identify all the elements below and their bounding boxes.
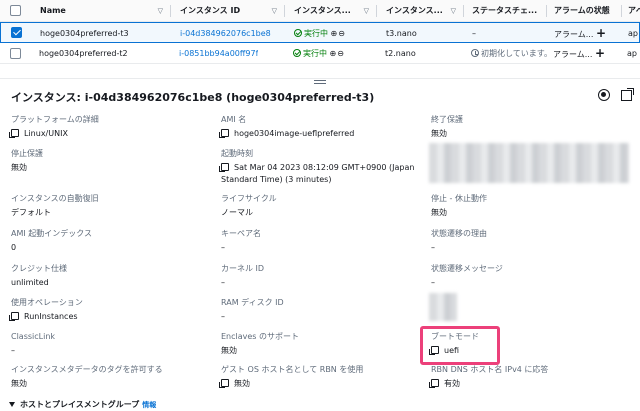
field-stop-protection: 停止保護 無効	[11, 149, 43, 172]
instances-table: Name ▽ インスタンス ID ▽ インスタンス... ▽ インスタンス... ▽ ス…	[0, 0, 640, 64]
zoom-icons[interactable]: ⊕⊖	[331, 29, 346, 38]
row-status-check: 初期化しています。	[471, 43, 552, 64]
field-classiclink: ClassicLink –	[11, 332, 56, 355]
section-host-placement[interactable]: ホストとプレイスメントグループ 情報	[9, 399, 156, 410]
field-launch-time: 起動時刻 Sat Mar 04 2023 08:12:09 GMT+0900 (…	[219, 149, 415, 184]
field-stop-hibernate: 停止 - 休止動作 無効	[431, 194, 487, 217]
row-checkbox[interactable]	[11, 27, 22, 38]
check-circle-icon	[293, 49, 301, 57]
sort-icon[interactable]: ▽	[158, 0, 163, 22]
row-state: 実行中 ⊕⊖	[294, 23, 346, 44]
copy-icon[interactable]	[219, 163, 229, 172]
row-status-check: –	[472, 29, 476, 38]
field-auto-recovery: インスタンスの自動復旧 デフォルト	[11, 194, 99, 217]
col-status-check[interactable]: ステータスチェ...	[472, 0, 544, 22]
sort-icon[interactable]: ▽	[364, 0, 369, 22]
field-state-reason: 状態遷移の理由 –	[431, 229, 487, 252]
field-guest-os: ゲスト OS ホスト名として RBN を使用 無効	[219, 365, 364, 388]
check-circle-icon	[294, 29, 302, 37]
drag-handle-icon[interactable]	[314, 80, 326, 86]
add-alarm-icon[interactable]: +	[595, 46, 605, 60]
row-checkbox[interactable]	[10, 48, 21, 59]
row-name: hoge0304preferred-t3	[40, 29, 129, 38]
zoom-icons[interactable]: ⊕⊖	[330, 49, 345, 58]
row-alarm: アラーム... +	[554, 26, 606, 40]
field-rbn-dns: RBN DNS ホスト名 IPv4 に応答 有効	[429, 365, 549, 388]
field-usage-operation: 使用オペレーション RunInstances	[9, 298, 83, 321]
external-link-icon[interactable]	[621, 88, 634, 101]
field-termination: 終了保護 無効	[431, 115, 463, 138]
row-az: ap	[628, 29, 638, 38]
select-all-checkbox[interactable]	[10, 5, 21, 16]
add-alarm-icon[interactable]: +	[596, 26, 606, 40]
row-az: ap	[627, 49, 637, 58]
highlight-box	[420, 326, 500, 365]
col-instance-id[interactable]: インスタンス ID ▽	[180, 0, 282, 22]
field-kernel-id: カーネル ID –	[221, 264, 265, 287]
redacted-area	[429, 293, 457, 321]
sort-icon[interactable]: ▽	[272, 0, 277, 22]
row-type: t2.nano	[385, 49, 416, 58]
field-key-pair: キーペア名 –	[221, 229, 261, 252]
copy-icon[interactable]	[429, 379, 439, 388]
field-state-message: 状態遷移メッセージ –	[431, 264, 503, 287]
copy-icon[interactable]	[9, 129, 19, 138]
row-instance-id-link[interactable]: i-04d384962076c1be8	[180, 23, 271, 44]
field-platform: プラットフォームの詳細 Linux/UNIX	[9, 115, 99, 138]
table-header: Name ▽ インスタンス ID ▽ インスタンス... ▽ インスタンス... ▽ ス…	[0, 0, 640, 22]
redacted-area	[429, 143, 629, 183]
field-ami-name: AMI 名 hoge0304image-ueflpreferred	[219, 115, 355, 138]
table-row[interactable]: hoge0304preferred-t3 i-04d384962076c1be8…	[0, 22, 640, 43]
caret-down-icon	[9, 402, 15, 407]
copy-icon[interactable]	[219, 379, 229, 388]
col-name[interactable]: Name ▽	[40, 0, 168, 22]
table-row[interactable]: hoge0304preferred-t2 i-0851bb94a00ff97f …	[0, 43, 640, 64]
field-metadata-tags: インスタンスメタデータのタグを許可する 無効	[11, 365, 163, 388]
clock-icon	[471, 49, 479, 57]
field-lifecycle: ライフサイクル ノーマル	[221, 194, 277, 217]
info-link[interactable]: 情報	[142, 401, 156, 409]
col-state[interactable]: インスタンス... ▽	[294, 0, 374, 22]
row-type: t3.nano	[386, 29, 417, 38]
field-ramdisk-id: RAM ディスク ID –	[221, 298, 284, 321]
row-instance-id-link[interactable]: i-0851bb94a00ff97f	[179, 43, 258, 64]
copy-icon[interactable]	[219, 129, 229, 138]
col-az[interactable]: アベ	[628, 0, 640, 22]
row-name: hoge0304preferred-t2	[39, 49, 128, 58]
page-title: インスタンス: i-04d384962076c1be8 (hoge0304pre…	[11, 91, 375, 104]
field-credit: クレジット仕様 unlimited	[11, 264, 67, 287]
sort-icon[interactable]: ▽	[451, 0, 456, 22]
field-ami-launch-index: AMI 起動インデックス 0	[11, 229, 93, 252]
copy-icon[interactable]	[9, 312, 19, 321]
row-alarm: アラーム... +	[553, 46, 605, 60]
row-state: 実行中 ⊕⊖	[293, 43, 345, 64]
gear-icon[interactable]	[598, 89, 610, 101]
col-type[interactable]: インスタンス... ▽	[386, 0, 461, 22]
col-alarm[interactable]: アラームの状態	[554, 0, 630, 22]
field-enclaves: Enclaves のサポート 無効	[221, 332, 300, 355]
